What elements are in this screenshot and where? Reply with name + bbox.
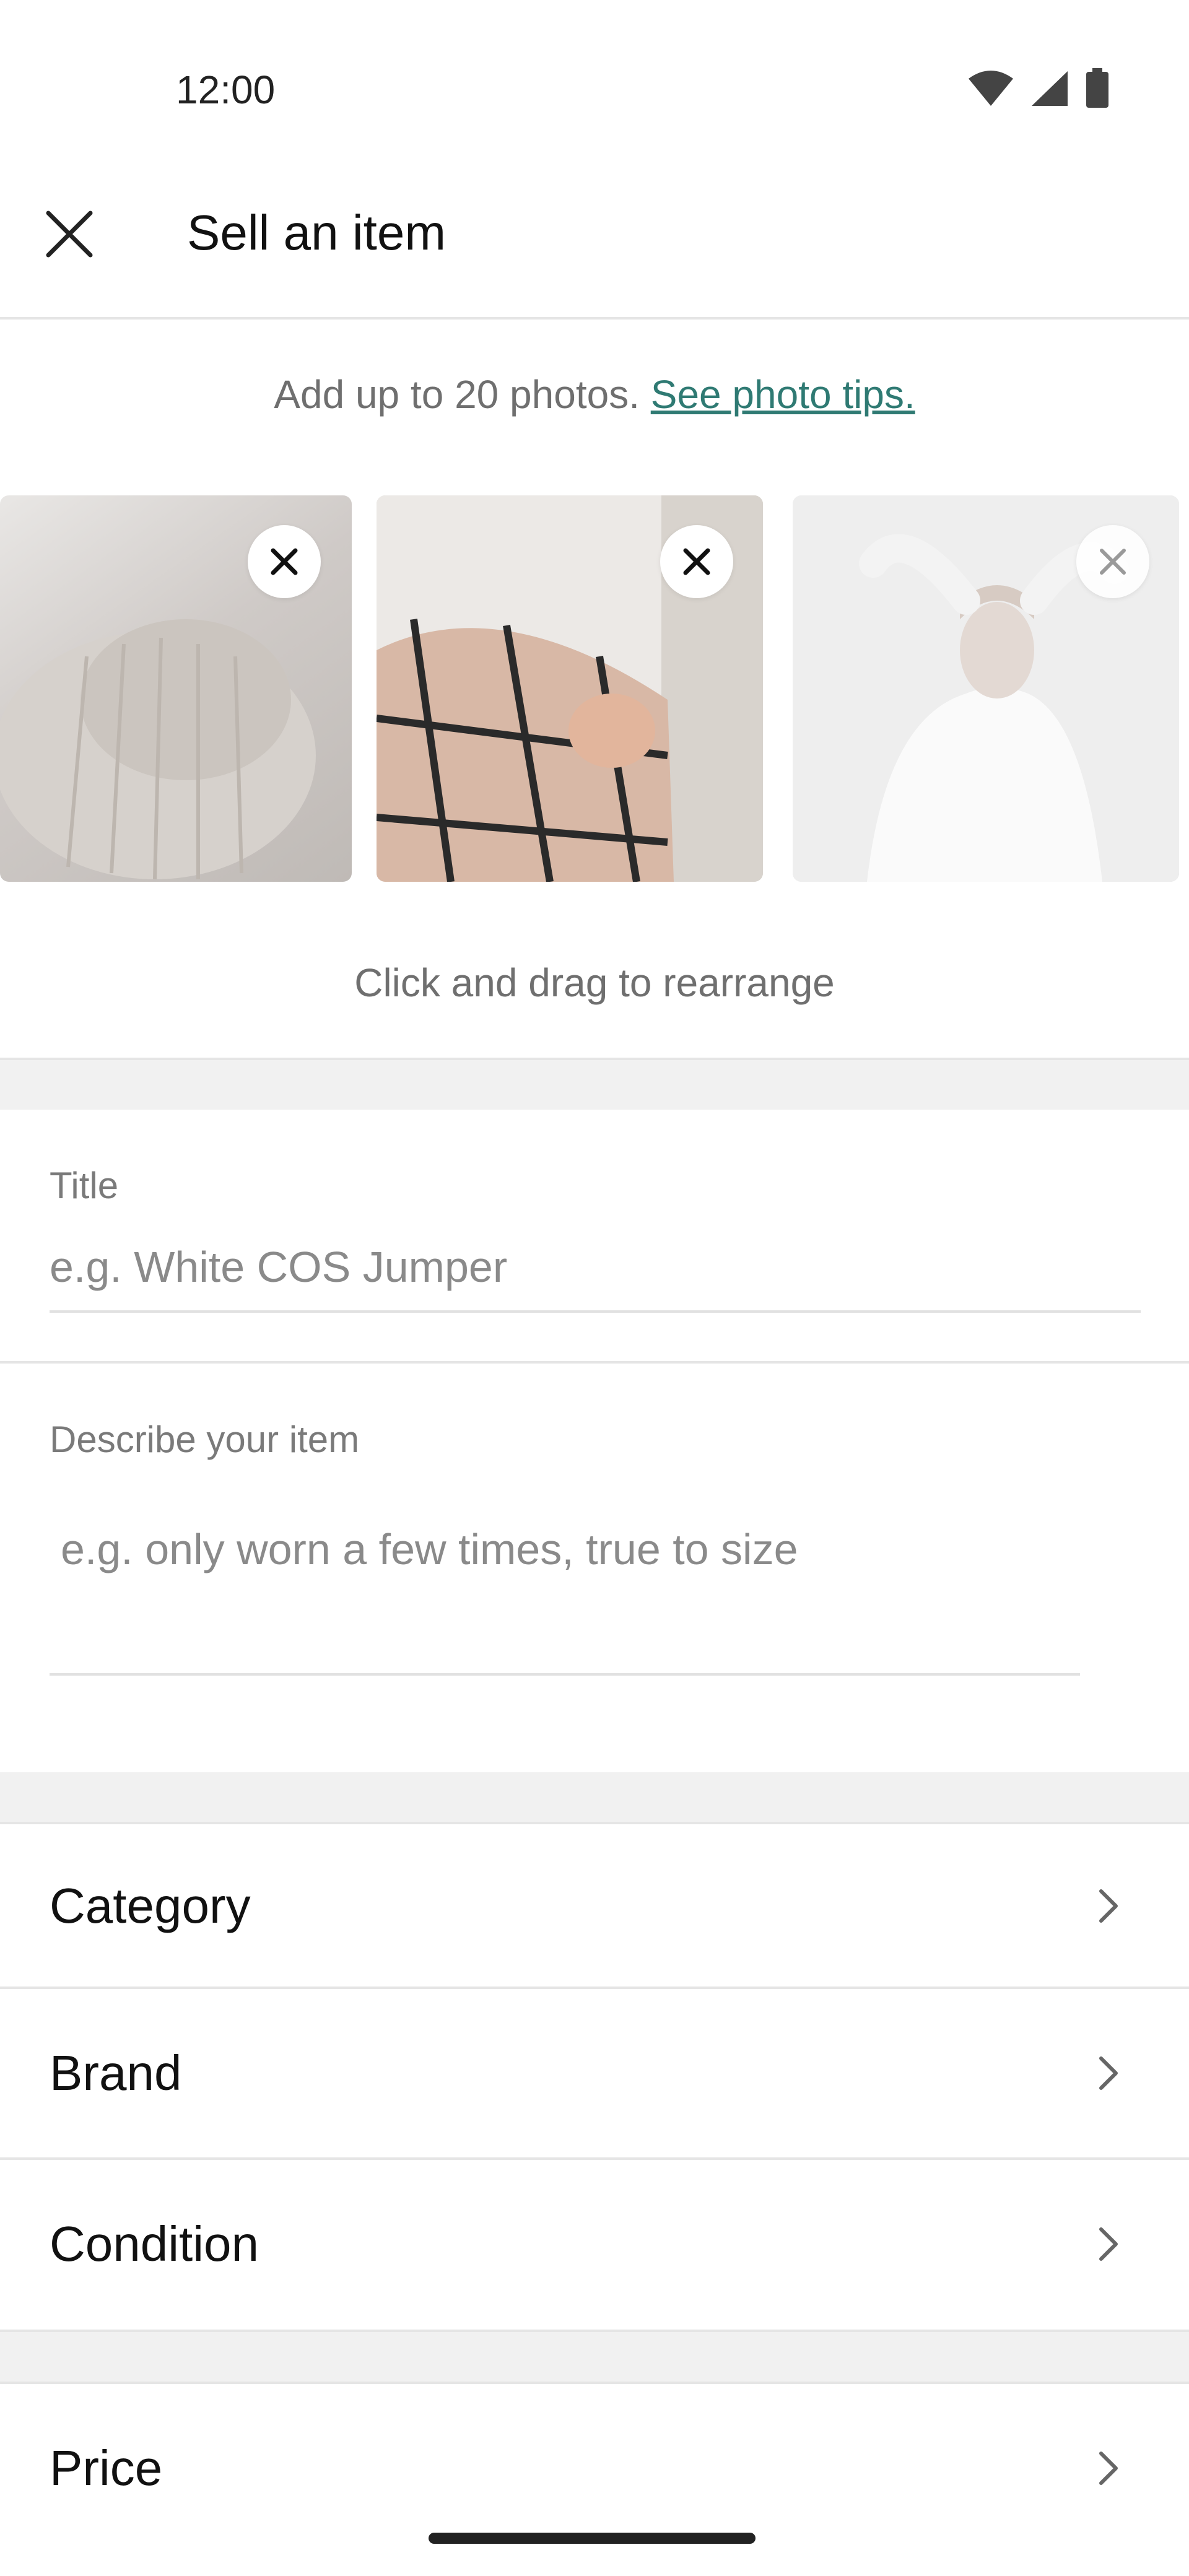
close-icon (683, 548, 710, 575)
home-indicator[interactable] (429, 2533, 756, 2544)
chevron-right-icon (1099, 2452, 1118, 2485)
category-label: Category (50, 1878, 251, 1933)
chevron-right-icon (1099, 2227, 1118, 2261)
title-label: Title (50, 1165, 119, 1206)
photo-tile-3[interactable] (793, 495, 1179, 882)
cellular-signal-icon (1032, 71, 1068, 106)
title-input[interactable] (50, 1236, 1139, 1298)
page-title: Sell an item (187, 205, 446, 260)
photo-hint-text: Add up to 20 photos. (274, 372, 651, 417)
remove-photo-2-button[interactable] (660, 525, 733, 598)
price-label: Price (50, 2440, 163, 2496)
status-time: 12:00 (176, 67, 276, 112)
photo-tile-2[interactable] (377, 495, 763, 882)
photo-tips-link[interactable]: See photo tips. (651, 372, 915, 417)
remove-photo-1-button[interactable] (248, 525, 321, 598)
chevron-right-icon (1099, 1889, 1118, 1923)
rearrange-hint: Click and drag to rearrange (354, 960, 835, 1005)
condition-row[interactable]: Condition (0, 2160, 1189, 2328)
price-row[interactable]: Price (0, 2384, 1189, 2552)
field-divider (0, 1361, 1189, 1364)
description-input[interactable] (61, 1525, 1076, 1648)
close-icon (1100, 549, 1126, 575)
header-divider (0, 317, 1189, 320)
close-button[interactable] (40, 204, 99, 264)
section-separator (0, 1772, 1189, 1822)
wifi-icon (969, 71, 1013, 106)
photo-tile-1[interactable] (0, 495, 352, 882)
title-underline (50, 1310, 1141, 1313)
brand-row[interactable]: Brand (0, 1989, 1189, 2157)
section-separator (0, 1060, 1189, 1110)
chevron-right-icon (1099, 2056, 1118, 2090)
description-label: Describe your item (50, 1419, 360, 1460)
close-icon (271, 548, 298, 575)
status-icons (967, 68, 1110, 109)
brand-label: Brand (50, 2045, 182, 2100)
section-separator (0, 2332, 1189, 2382)
close-icon (46, 211, 93, 258)
remove-photo-3-button[interactable] (1076, 525, 1149, 598)
description-underline (50, 1673, 1080, 1676)
battery-icon (1086, 68, 1108, 108)
photo-hint: Add up to 20 photos. See photo tips. (0, 372, 1189, 417)
condition-label: Condition (50, 2216, 259, 2271)
category-row[interactable]: Category (0, 1824, 1189, 1988)
